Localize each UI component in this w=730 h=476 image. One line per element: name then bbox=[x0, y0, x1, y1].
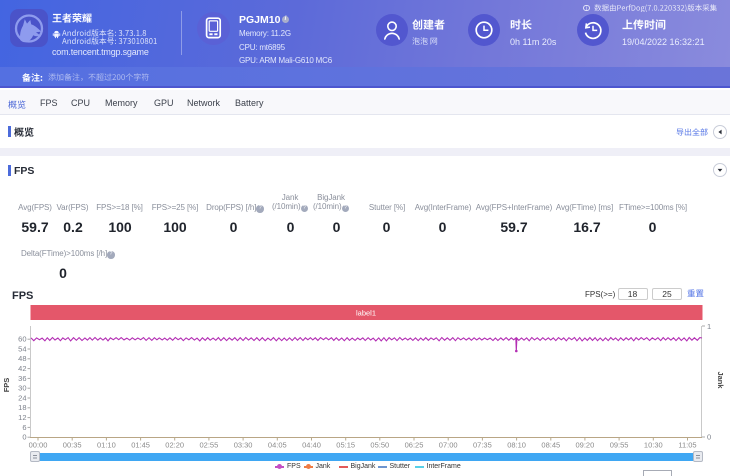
svg-text:05:50: 05:50 bbox=[370, 441, 389, 450]
svg-text:Jank: Jank bbox=[716, 371, 725, 389]
svg-text:08:45: 08:45 bbox=[541, 441, 560, 450]
svg-text:06:25: 06:25 bbox=[405, 441, 424, 450]
svg-text:04:05: 04:05 bbox=[268, 441, 287, 450]
svg-text:00:00: 00:00 bbox=[29, 441, 48, 450]
svg-text:03:30: 03:30 bbox=[234, 441, 253, 450]
svg-text:0: 0 bbox=[707, 433, 711, 442]
svg-text:24: 24 bbox=[18, 393, 26, 402]
svg-text:18: 18 bbox=[18, 403, 26, 412]
svg-text:1: 1 bbox=[707, 322, 711, 331]
svg-text:60: 60 bbox=[18, 335, 26, 344]
svg-text:08:10: 08:10 bbox=[507, 441, 526, 450]
svg-text:09:55: 09:55 bbox=[610, 441, 629, 450]
svg-text:09:20: 09:20 bbox=[576, 441, 595, 450]
svg-text:01:45: 01:45 bbox=[131, 441, 150, 450]
svg-text:07:35: 07:35 bbox=[473, 441, 492, 450]
svg-text:02:20: 02:20 bbox=[165, 441, 184, 450]
svg-text:05:15: 05:15 bbox=[336, 441, 355, 450]
svg-text:48: 48 bbox=[18, 354, 26, 363]
svg-text:42: 42 bbox=[18, 364, 26, 373]
svg-text:01:10: 01:10 bbox=[97, 441, 116, 450]
svg-text:0: 0 bbox=[22, 433, 26, 442]
svg-text:36: 36 bbox=[18, 374, 26, 383]
svg-text:12: 12 bbox=[18, 413, 26, 422]
svg-text:07:00: 07:00 bbox=[439, 441, 458, 450]
svg-text:02:55: 02:55 bbox=[200, 441, 219, 450]
svg-text:00:35: 00:35 bbox=[63, 441, 82, 450]
svg-text:10:30: 10:30 bbox=[644, 441, 663, 450]
svg-text:30: 30 bbox=[18, 384, 26, 393]
svg-text:04:40: 04:40 bbox=[302, 441, 321, 450]
svg-text:6: 6 bbox=[22, 423, 26, 432]
svg-text:11:05: 11:05 bbox=[678, 441, 696, 450]
svg-text:FPS: FPS bbox=[2, 378, 11, 393]
svg-text:label1: label1 bbox=[356, 308, 376, 317]
svg-text:54: 54 bbox=[18, 344, 26, 353]
